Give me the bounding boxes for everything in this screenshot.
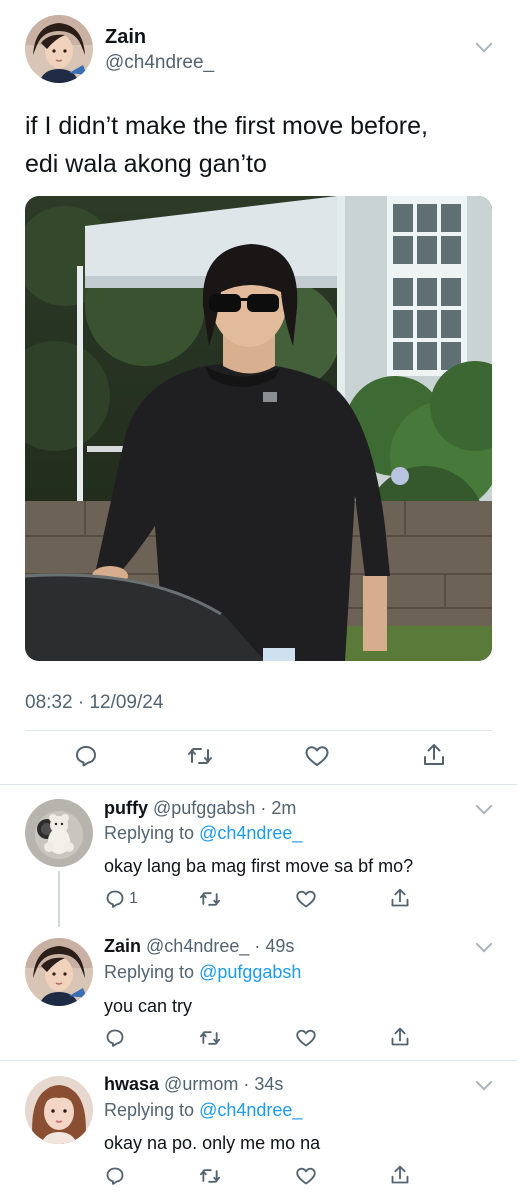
avatar[interactable] — [25, 15, 93, 83]
retweet-icon — [199, 1031, 221, 1045]
reply-icon — [106, 890, 124, 908]
replying-to-label: Replying to — [104, 962, 195, 982]
retweet-button[interactable] — [199, 1028, 221, 1048]
reply-icon — [106, 1029, 124, 1047]
reply-time[interactable]: · 34s — [243, 1074, 283, 1094]
avatar[interactable] — [25, 799, 93, 867]
reply-header: puffy @pufggabsh · 2m — [104, 798, 296, 819]
reply-tweet: puffy @pufggabsh · 2m Replying to @ch4nd… — [0, 785, 517, 927]
avatar[interactable] — [25, 938, 93, 1006]
replying-to: Replying to @ch4ndree_ — [104, 1100, 302, 1121]
reply-time[interactable]: · 2m — [260, 798, 296, 818]
retweet-icon — [199, 892, 221, 906]
replying-to-link[interactable]: @ch4ndree_ — [199, 823, 302, 843]
replying-to: Replying to @pufggabsh — [104, 962, 301, 983]
divider — [25, 730, 492, 731]
reply-author-handle[interactable]: @pufggabsh — [153, 798, 255, 818]
reply-author-name[interactable]: hwasa — [104, 1074, 159, 1094]
replying-to-label: Replying to — [104, 1100, 195, 1120]
like-icon — [296, 1029, 316, 1047]
like-icon — [296, 890, 316, 908]
reply-button[interactable] — [74, 744, 98, 768]
reply-header: Zain @ch4ndree_ · 49s — [104, 936, 294, 957]
like-icon — [296, 1167, 316, 1185]
retweet-button[interactable] — [199, 889, 221, 909]
reply-icon — [76, 746, 96, 767]
reply-author-handle[interactable]: @ch4ndree_ — [146, 936, 249, 956]
chevron-down-icon[interactable] — [475, 35, 493, 53]
share-button[interactable] — [422, 742, 446, 768]
retweet-button[interactable] — [187, 744, 213, 768]
chevron-down-icon[interactable] — [475, 935, 493, 953]
chevron-down-icon[interactable] — [475, 797, 493, 815]
reply-text: okay lang ba mag first move sa bf mo? — [104, 856, 414, 876]
reply-text: okay na po. only me mo na — [104, 1133, 321, 1153]
replying-to-link[interactable]: @ch4ndree_ — [199, 1100, 302, 1120]
share-icon — [391, 1027, 409, 1046]
reply-button[interactable] — [105, 1166, 125, 1186]
author-name[interactable]: Zain — [105, 26, 146, 49]
tweet-text-line: edi wala akong gan’to — [25, 150, 267, 178]
main-tweet: Zain @ch4ndree_ if I didn’t make the fir… — [0, 0, 517, 785]
reply-time[interactable]: · 49s — [254, 936, 294, 956]
replying-to-link[interactable]: @pufggabsh — [199, 962, 301, 982]
tweet-text: if I didn’t make the first move before, … — [25, 107, 495, 183]
reply-tweet: Zain @ch4ndree_ · 49s Replying to @pufgg… — [0, 925, 517, 1060]
tweet-photo[interactable] — [25, 196, 492, 661]
share-icon — [391, 1165, 409, 1184]
author-handle[interactable]: @ch4ndree_ — [105, 52, 214, 74]
reply-header: hwasa @urmom · 34s — [104, 1074, 283, 1095]
like-button[interactable] — [295, 1166, 317, 1186]
share-button[interactable] — [390, 1026, 410, 1048]
reply-author-handle[interactable]: @urmom — [164, 1074, 238, 1094]
thread-line — [58, 871, 60, 927]
like-button[interactable] — [304, 744, 330, 768]
reply-button[interactable] — [105, 1028, 125, 1048]
timestamp[interactable]: 08:32 · 12/09/24 — [25, 692, 163, 714]
reply-text: you can try — [104, 996, 193, 1016]
retweet-button[interactable] — [199, 1166, 221, 1186]
replying-to-label: Replying to — [104, 823, 195, 843]
reply-tweet: hwasa @urmom · 34s Replying to @ch4ndree… — [0, 1061, 517, 1200]
reply-count: 1 — [129, 890, 138, 907]
share-icon — [391, 888, 409, 907]
replying-to: Replying to @ch4ndree_ — [104, 823, 302, 844]
reply-author-name[interactable]: Zain — [104, 936, 141, 956]
reply-author-name[interactable]: puffy — [104, 798, 148, 818]
like-icon — [305, 746, 329, 766]
share-button[interactable] — [390, 887, 410, 909]
tweet-text-line: if I didn’t make the first move before, — [25, 112, 428, 140]
like-button[interactable] — [295, 889, 317, 909]
chevron-down-icon[interactable] — [475, 1073, 493, 1091]
share-icon — [424, 744, 444, 765]
reply-icon — [106, 1167, 124, 1185]
like-button[interactable] — [295, 1028, 317, 1048]
retweet-icon — [188, 748, 212, 764]
reply-button[interactable]: 1 — [105, 889, 138, 909]
retweet-icon — [199, 1169, 221, 1183]
avatar[interactable] — [25, 1076, 93, 1144]
share-button[interactable] — [390, 1164, 410, 1186]
